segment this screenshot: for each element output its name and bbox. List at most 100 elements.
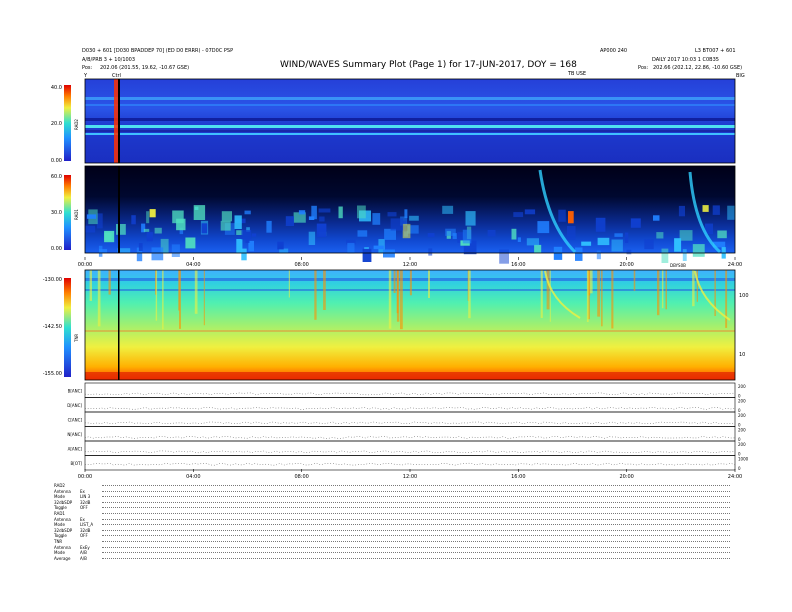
rad1-activity (245, 239, 250, 243)
rad1-activity (404, 209, 408, 219)
config-value: LIST_A (80, 522, 94, 528)
config-value: Ex (80, 516, 85, 522)
rad1-activity (653, 215, 660, 221)
rad1-activity (185, 237, 196, 249)
rad1-activity (201, 223, 208, 234)
aux-strip-frame (84, 440, 736, 456)
tnr-ytick: -155.00 (43, 371, 62, 377)
tnr-spike (108, 270, 111, 295)
rad1-activity (171, 244, 180, 257)
rad1-ytick: 30.0 (51, 210, 62, 216)
rad1-activity (251, 233, 257, 237)
rad1-activity (319, 216, 325, 222)
rad1-activity (596, 250, 601, 260)
config-value: Ex (80, 488, 85, 494)
rad2-burst (114, 79, 118, 163)
rad1-activity (626, 249, 632, 255)
tnr-spike (601, 270, 603, 327)
rad1-activity (402, 223, 411, 239)
rad1-activity (308, 231, 316, 245)
x-tick-label: 00:00 (78, 474, 92, 480)
rad1-activity (387, 212, 397, 217)
aux-strip-tick: 200 (738, 384, 746, 389)
aux-strip-trace (84, 436, 736, 439)
rad1-activity (674, 238, 682, 252)
rad1-activity (154, 227, 162, 234)
rad1-xaxis: 00:00 04:00 08:00 12:00 16:00 20:00 24:00 (78, 257, 742, 268)
config-label: 32dbSDP (54, 499, 73, 505)
config-label: Antenna (54, 516, 71, 522)
config-dots (102, 513, 730, 514)
rad1-ytick: 60.0 (51, 174, 62, 180)
tnr-right-tick: 100 (739, 293, 749, 299)
rad2-ylabel: RAD2 (74, 119, 79, 130)
aux-strip-tick: 200 (738, 428, 746, 433)
rad1-activity (146, 232, 153, 242)
tnr-band (85, 330, 735, 332)
rad1-panel: 60.0 30.0 0.00 RAD1 DBYS0B (51, 165, 736, 268)
rad1-activity (717, 230, 727, 239)
rad1-activity (567, 226, 576, 240)
x-tick-label: 04:00 (186, 262, 200, 268)
tnr-spike (661, 270, 664, 309)
rad1-activity (373, 245, 384, 250)
marker-line (118, 166, 120, 253)
rad1-activity (176, 218, 186, 231)
config-label: Antenna (54, 488, 71, 494)
config-label: Mode (54, 550, 65, 556)
rad2-band (85, 125, 735, 128)
rad1-activity (712, 205, 720, 215)
config-dots (102, 524, 730, 526)
marker-line (118, 79, 120, 163)
rad1-activity (692, 244, 705, 257)
aux-strip-label: B[OT] (71, 461, 83, 466)
config-label: Antenna (54, 544, 71, 550)
aux-strip-label: C[ANC] (68, 417, 83, 422)
rad1-activity (614, 233, 623, 237)
config-dots (102, 496, 730, 498)
aux-strip-label: N[ANC] (67, 432, 82, 437)
rad2-ytick: 20.0 (51, 121, 62, 127)
tnr-spike (179, 270, 181, 329)
aux-strip-trace (84, 462, 736, 466)
config-value: OFF (80, 505, 88, 511)
rad2-band (85, 130, 735, 132)
tnr-ytick: -130.00 (43, 277, 62, 283)
tnr-colorbar (64, 278, 71, 377)
x-tick-label: 12:00 (403, 262, 417, 268)
tnr-spike (162, 270, 164, 330)
rad1-activity (611, 239, 623, 252)
rad1-activity (462, 229, 472, 244)
rad1-activity (362, 248, 372, 262)
tnr-spike (633, 270, 636, 291)
aux-strip-frame (84, 382, 736, 398)
aux-panel: B[ANC]2000D[ANC]2000C[ANC]2000N[ANC]2000… (67, 382, 749, 471)
tnr-spike (388, 270, 392, 329)
rad1-activity (131, 215, 136, 225)
rad1-activity (266, 220, 272, 233)
rad1-ylabel: RAD1 (74, 209, 79, 220)
config-dots (102, 557, 730, 559)
config-value: ExEy (80, 544, 90, 550)
rad1-activity (311, 205, 317, 220)
aux-strip-tick: 200 (738, 442, 746, 447)
tnr-ylabel: TNR (74, 334, 79, 343)
rad1-activity (151, 247, 164, 261)
aux-strip-tick: 200 (738, 399, 746, 404)
config-value: LIN 3 (80, 494, 91, 500)
x-tick-label: 08:00 (294, 262, 308, 268)
tnr-spike (194, 270, 198, 314)
tnr-spike (540, 270, 543, 318)
rad1-activity (390, 218, 404, 231)
x-tick-label: 04:00 (186, 474, 200, 480)
config-dots (102, 546, 730, 548)
tnr-right-tick: 10 (739, 352, 745, 358)
rad1-ytick: 0.00 (51, 246, 62, 252)
config-dots (102, 535, 730, 537)
tnr-spike (393, 270, 396, 293)
rad1-activity (445, 228, 456, 236)
config-dots (102, 501, 730, 503)
rad1-activity (513, 212, 524, 218)
aux-strip-frame (84, 397, 736, 413)
config-value: 32dB (80, 527, 91, 533)
